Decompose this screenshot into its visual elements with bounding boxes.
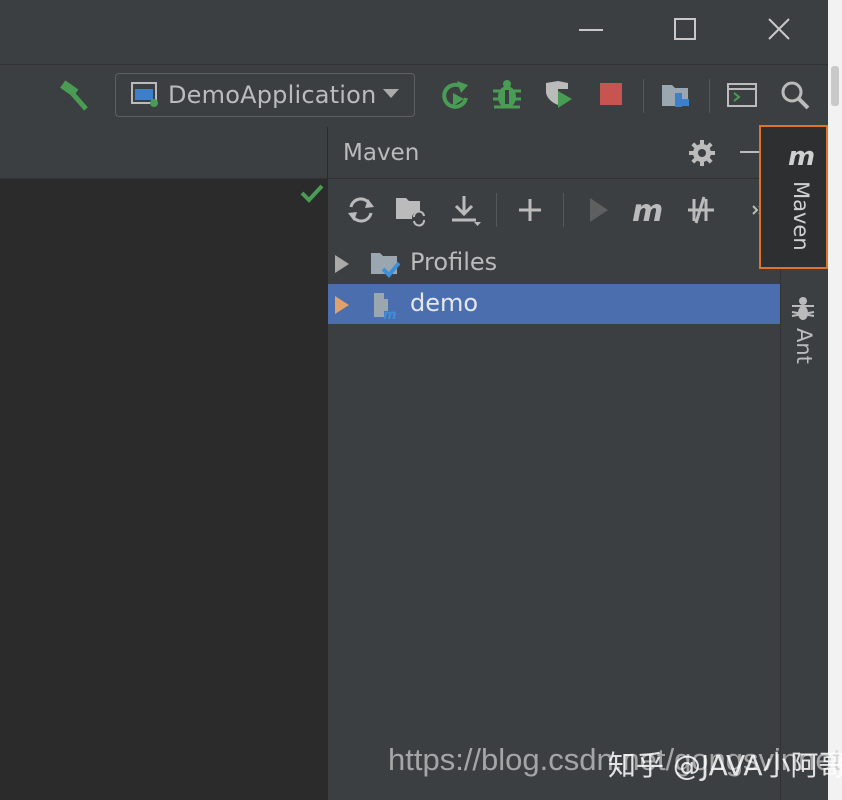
coverage-icon[interactable] [542, 79, 574, 111]
profiles-folder-icon [370, 249, 400, 279]
checkmark-icon [300, 183, 324, 203]
skip-tests-icon[interactable] [684, 193, 718, 227]
run-config-label: DemoApplication [168, 81, 377, 109]
ant-icon [790, 294, 816, 322]
terminal-window-icon[interactable] [726, 79, 758, 111]
watermark-zhihu: 知乎 @JAVA小阿哥 [608, 749, 842, 782]
add-icon[interactable] [513, 193, 547, 227]
maven-panel-title: Maven [343, 140, 420, 166]
maven-panel-header: Maven [328, 127, 780, 179]
project-structure-icon[interactable] [660, 79, 692, 111]
search-icon[interactable] [779, 79, 811, 111]
editor-area[interactable] [0, 179, 327, 800]
maven-module-icon: m [370, 290, 400, 320]
expand-arrow-icon[interactable] [334, 295, 350, 315]
side-tab-ant-label: Ant [792, 328, 816, 364]
rerun-icon[interactable] [440, 79, 472, 111]
tree-item-label: Profiles [410, 248, 498, 276]
gear-icon[interactable] [688, 139, 716, 167]
maven-m-icon: m [787, 141, 817, 169]
toolbar-separator [709, 79, 710, 113]
reload-icon[interactable] [344, 193, 378, 227]
maven-toolbar: m [328, 179, 780, 241]
toolbar-separator [563, 193, 564, 227]
download-icon[interactable] [448, 193, 482, 227]
editor-tab-bar [0, 127, 328, 179]
side-tab-ant[interactable]: Ant [790, 294, 816, 364]
tree-item-demo[interactable]: m demo [328, 284, 780, 324]
svg-text:m: m [632, 194, 663, 227]
title-bar [0, 0, 842, 64]
debug-bug-icon[interactable] [491, 79, 523, 111]
execute-goal-icon[interactable]: m [630, 193, 664, 227]
minimize-icon[interactable] [576, 14, 606, 44]
stop-icon[interactable] [596, 79, 628, 111]
outer-scrollbar[interactable] [828, 0, 842, 800]
run-icon[interactable] [582, 193, 616, 227]
side-tab-maven[interactable]: m Maven [759, 125, 828, 269]
maximize-icon[interactable] [670, 14, 700, 44]
generate-sources-icon[interactable] [394, 193, 428, 227]
dropdown-arrow-icon[interactable] [382, 88, 400, 100]
close-icon[interactable] [764, 14, 794, 44]
side-tab-maven-label: Maven [789, 181, 813, 251]
toolbar-separator [496, 193, 497, 227]
maven-project-tree: Profiles m demo [328, 241, 780, 800]
main-toolbar: DemoApplication [0, 64, 842, 128]
tree-item-label: demo [410, 289, 479, 317]
expand-arrow-icon[interactable] [334, 254, 350, 274]
svg-text:m: m [383, 308, 397, 320]
run-configuration-selector[interactable]: DemoApplication [115, 73, 415, 117]
toolbar-separator [643, 79, 644, 113]
svg-text:m: m [788, 142, 815, 169]
tree-item-profiles[interactable]: Profiles [328, 243, 780, 283]
outer-scrollbar-thumb[interactable] [831, 66, 839, 106]
app-window-icon [130, 81, 160, 109]
hammer-icon[interactable] [58, 79, 90, 111]
